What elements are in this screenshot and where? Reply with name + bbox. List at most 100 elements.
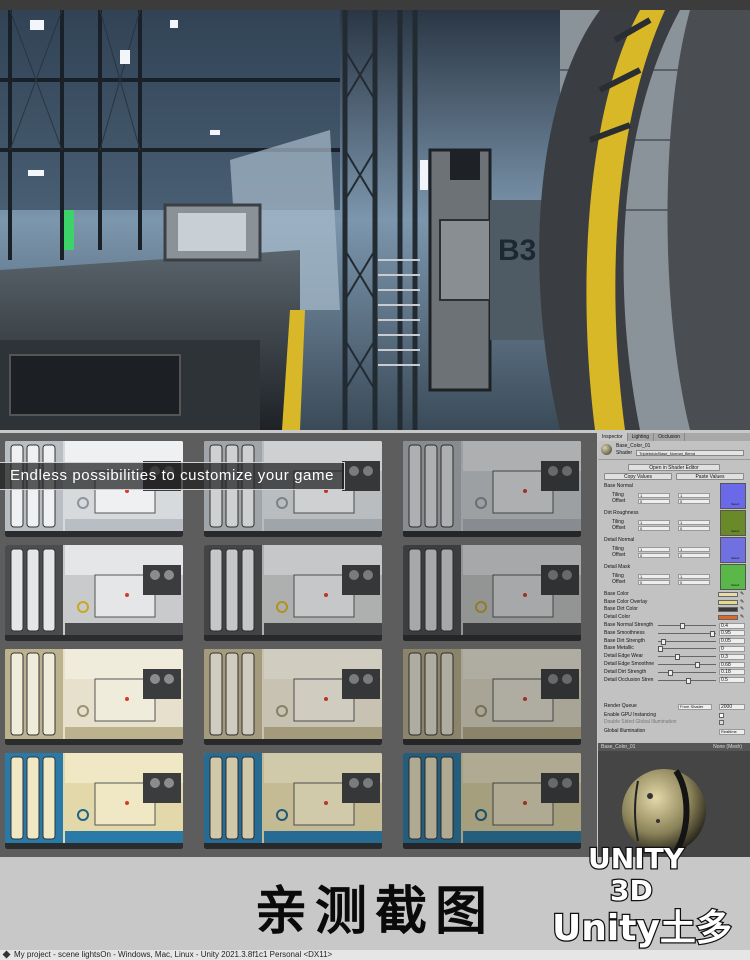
open-shader-editor-button[interactable]: Open in Shader Editor: [628, 464, 720, 471]
material-sphere-icon: [601, 444, 612, 455]
offset-label: Offset: [612, 498, 626, 504]
material-header: Base_Color_01 Shader Triplebrick/Base_No…: [598, 441, 750, 460]
offset-y-field[interactable]: 0: [678, 580, 710, 585]
texture-section-label: Detail Normal: [604, 537, 635, 543]
unity-logo: UNITY 3D Unity土多: [552, 841, 733, 950]
slider-prop-label: Base Dirt Strength: [604, 637, 645, 644]
shader-label: Shader: [616, 450, 633, 456]
property-slider[interactable]: [658, 654, 716, 661]
slider-handle[interactable]: [675, 654, 680, 661]
color-swatch[interactable]: [718, 614, 738, 620]
offset-y-field[interactable]: 0: [678, 499, 710, 504]
slider-value-field[interactable]: 0.4: [719, 622, 745, 629]
texture-select-button[interactable]: Select: [731, 529, 739, 533]
color-prop-label: Base Color: [604, 591, 629, 597]
color-swatch[interactable]: [718, 607, 738, 612]
offset-y-field[interactable]: 0: [678, 526, 710, 531]
tab-lighting[interactable]: Lighting: [628, 433, 655, 441]
material-variant-tile: [403, 649, 581, 745]
unity-icon: [2, 950, 11, 959]
slider-handle[interactable]: [710, 630, 715, 637]
color-prop-label: Base Color Overlay: [604, 598, 648, 605]
slider-handle[interactable]: [686, 677, 691, 684]
slider-handle[interactable]: [668, 669, 673, 676]
offset-x-field[interactable]: 0: [638, 580, 670, 585]
tiling-x-field[interactable]: 1: [638, 493, 670, 498]
property-slider[interactable]: [658, 638, 716, 645]
tiling-y-field[interactable]: 1: [678, 574, 710, 579]
property-slider[interactable]: [658, 623, 716, 629]
tiling-y-field[interactable]: 1: [678, 547, 710, 552]
slider-value-field[interactable]: 0.95: [719, 630, 745, 637]
inspector-panel: Inspector Lighting Occlusion Base_Color_…: [598, 433, 750, 743]
paste-values-button[interactable]: Paste Values: [676, 473, 744, 480]
eyedropper-icon[interactable]: ✎: [740, 606, 744, 612]
tiling-x-field[interactable]: 1: [638, 547, 670, 552]
offset-y-field[interactable]: 0: [678, 553, 710, 558]
material-variant-tile: [5, 545, 183, 641]
render-queue-label: Render Queue: [604, 703, 637, 709]
property-slider[interactable]: [658, 630, 716, 637]
material-variant-tile: [204, 753, 382, 849]
offset-x-field[interactable]: 0: [638, 526, 670, 531]
color-swatch[interactable]: [718, 599, 738, 605]
material-name: Base_Color_01: [616, 443, 651, 449]
slider-value-field[interactable]: 0: [719, 645, 745, 652]
eyedropper-icon[interactable]: ✎: [740, 591, 744, 597]
offset-x-field[interactable]: 0: [638, 553, 670, 558]
tiling-y-field[interactable]: 1: [678, 493, 710, 498]
preview-mesh-label[interactable]: None (Mesh): [713, 743, 742, 751]
double-sided-gi-label: Double Sided Global Illumination: [604, 719, 677, 725]
property-slider[interactable]: [658, 646, 716, 653]
slider-handle[interactable]: [661, 638, 666, 645]
texture-select-button[interactable]: Select: [731, 556, 739, 560]
offset-label: Offset: [612, 579, 626, 585]
texture-section-label: Detail Mask: [604, 564, 631, 570]
color-swatch[interactable]: [718, 592, 738, 597]
gpu-instancing-checkbox[interactable]: [719, 713, 724, 718]
material-variant-tile: [403, 753, 581, 849]
logo-line-1: UNITY: [588, 842, 685, 875]
shader-dropdown[interactable]: Triplebrick/Base_Normal_Blend: [636, 450, 744, 456]
eyedropper-icon[interactable]: ✎: [740, 614, 744, 620]
tab-occlusion[interactable]: Occlusion: [654, 433, 686, 441]
texture-select-button[interactable]: Select: [731, 502, 739, 506]
hero-scene-render: B3: [0, 10, 750, 430]
double-sided-gi-checkbox[interactable]: [719, 720, 724, 725]
material-variant-tile: [403, 545, 581, 641]
material-variant-tile: [204, 649, 382, 745]
slider-prop-label: Detail Edge Smoothne: [604, 661, 655, 667]
property-slider[interactable]: [658, 677, 716, 684]
material-variant-tile: [5, 649, 183, 745]
slider-value-field[interactable]: 0.68: [719, 661, 745, 668]
offset-x-field[interactable]: 0: [638, 499, 670, 504]
render-queue-mode-dropdown[interactable]: From Shader: [678, 704, 712, 710]
slider-value-field[interactable]: 0.5: [719, 677, 745, 684]
slider-prop-label: Detail Occlusion Stren: [604, 676, 654, 683]
logo-line-3: Unity土多: [552, 908, 732, 949]
top-strip: [0, 0, 750, 10]
offset-label: Offset: [612, 552, 626, 558]
tiling-x-field[interactable]: 1: [638, 520, 670, 525]
slider-value-field[interactable]: 0.3: [719, 653, 745, 660]
global-illumination-dropdown[interactable]: Realtime: [719, 729, 745, 735]
tab-inspector[interactable]: Inspector: [598, 433, 628, 441]
slider-value-field[interactable]: 0.05: [719, 638, 745, 645]
tiling-x-field[interactable]: 1: [638, 574, 670, 579]
property-slider[interactable]: [658, 669, 716, 676]
window-title: My project - scene lightsOn - Windows, M…: [14, 950, 333, 959]
copy-values-button[interactable]: Copy Values: [604, 473, 672, 480]
eyedropper-icon[interactable]: ✎: [740, 599, 744, 605]
texture-select-button[interactable]: Select: [731, 583, 739, 587]
material-variant-tile: [5, 753, 183, 849]
render-queue-value[interactable]: 2000: [719, 704, 745, 710]
slider-prop-label: Base Smoothness: [604, 629, 645, 636]
slider-handle[interactable]: [658, 646, 663, 653]
tiling-y-field[interactable]: 1: [678, 520, 710, 525]
property-slider[interactable]: [658, 662, 716, 668]
slider-handle[interactable]: [695, 662, 700, 668]
slider-handle[interactable]: [680, 623, 685, 629]
inspector-tabs: Inspector Lighting Occlusion: [598, 433, 750, 441]
slider-value-field[interactable]: 0.18: [719, 669, 745, 676]
material-variant-tile: [403, 441, 581, 537]
